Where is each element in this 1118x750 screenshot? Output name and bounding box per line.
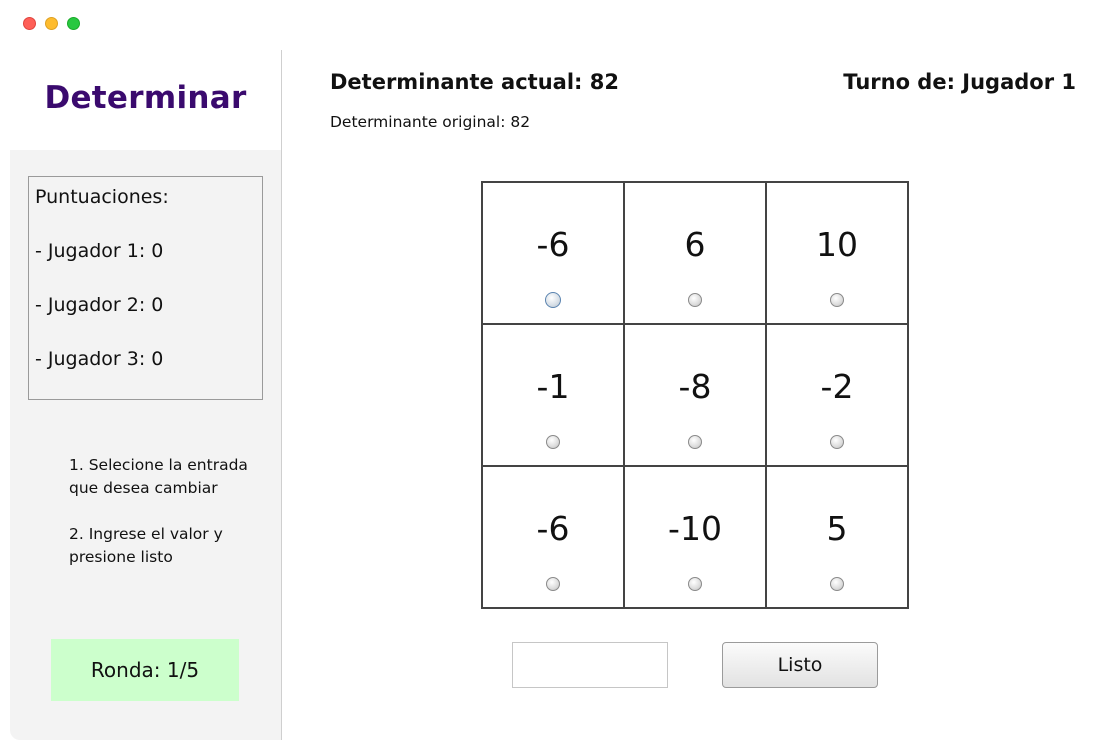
- cell-select-radio[interactable]: [546, 577, 560, 591]
- matrix-cell-3-2[interactable]: -10: [624, 466, 766, 608]
- matrix-cell-3-1[interactable]: -6: [482, 466, 624, 608]
- zoom-window-button[interactable]: [67, 17, 80, 30]
- turn-indicator: Turno de: Jugador 1: [843, 70, 1076, 94]
- scores-box: Puntuaciones: - Jugador 1: 0 - Jugador 2…: [28, 176, 263, 400]
- matrix-value: 6: [684, 225, 706, 264]
- matrix-cell-1-1[interactable]: -6: [482, 182, 624, 324]
- instruction-step-2: 2. Ingrese el valor y presione listo: [69, 525, 223, 566]
- cell-select-radio[interactable]: [830, 577, 844, 591]
- cell-select-radio[interactable]: [830, 435, 844, 449]
- current-determinant: Determinante actual: 82: [330, 70, 619, 94]
- app-title: Determinar: [44, 80, 247, 116]
- score-jugador-3: - Jugador 3: 0: [35, 348, 164, 370]
- round-indicator: Ronda: 1/5: [51, 639, 239, 701]
- matrix-value: -6: [536, 225, 570, 264]
- scores-title: Puntuaciones:: [35, 186, 169, 208]
- matrix-cell-2-2[interactable]: -8: [624, 324, 766, 466]
- matrix-cell-2-1[interactable]: -1: [482, 324, 624, 466]
- score-jugador-1: - Jugador 1: 0: [35, 240, 164, 262]
- matrix-value: -8: [678, 367, 712, 406]
- matrix-cell-1-2[interactable]: 6: [624, 182, 766, 324]
- cell-select-radio[interactable]: [545, 292, 561, 308]
- minimize-window-button[interactable]: [45, 17, 58, 30]
- instructions: 1. Selecione la entrada que desea cambia…: [69, 454, 259, 592]
- score-jugador-2: - Jugador 2: 0: [35, 294, 164, 316]
- instruction-step-1: 1. Selecione la entrada que desea cambia…: [69, 456, 248, 497]
- cell-select-radio[interactable]: [688, 577, 702, 591]
- cell-select-radio[interactable]: [830, 293, 844, 307]
- matrix-value: -1: [536, 367, 570, 406]
- matrix-value: -2: [820, 367, 854, 406]
- original-determinant: Determinante original: 82: [330, 113, 531, 131]
- cell-select-radio[interactable]: [688, 435, 702, 449]
- window-titlebar: [0, 0, 1118, 48]
- cell-select-radio[interactable]: [688, 293, 702, 307]
- matrix-cell-1-3[interactable]: 10: [766, 182, 908, 324]
- matrix-cell-2-3[interactable]: -2: [766, 324, 908, 466]
- matrix-value: -6: [536, 509, 570, 548]
- round-label: Ronda: 1/5: [90, 658, 200, 682]
- matrix-value: 10: [816, 225, 858, 264]
- matrix-grid: -6 6 10 -1 -8 -2 -6 -10 5: [481, 181, 909, 609]
- value-input[interactable]: [512, 642, 668, 688]
- cell-select-radio[interactable]: [546, 435, 560, 449]
- sidebar-divider: [281, 50, 282, 740]
- listo-button[interactable]: Listo: [722, 642, 878, 688]
- matrix-value: 5: [826, 509, 848, 548]
- matrix-value: -10: [668, 509, 722, 548]
- matrix-cell-3-3[interactable]: 5: [766, 466, 908, 608]
- close-window-button[interactable]: [23, 17, 36, 30]
